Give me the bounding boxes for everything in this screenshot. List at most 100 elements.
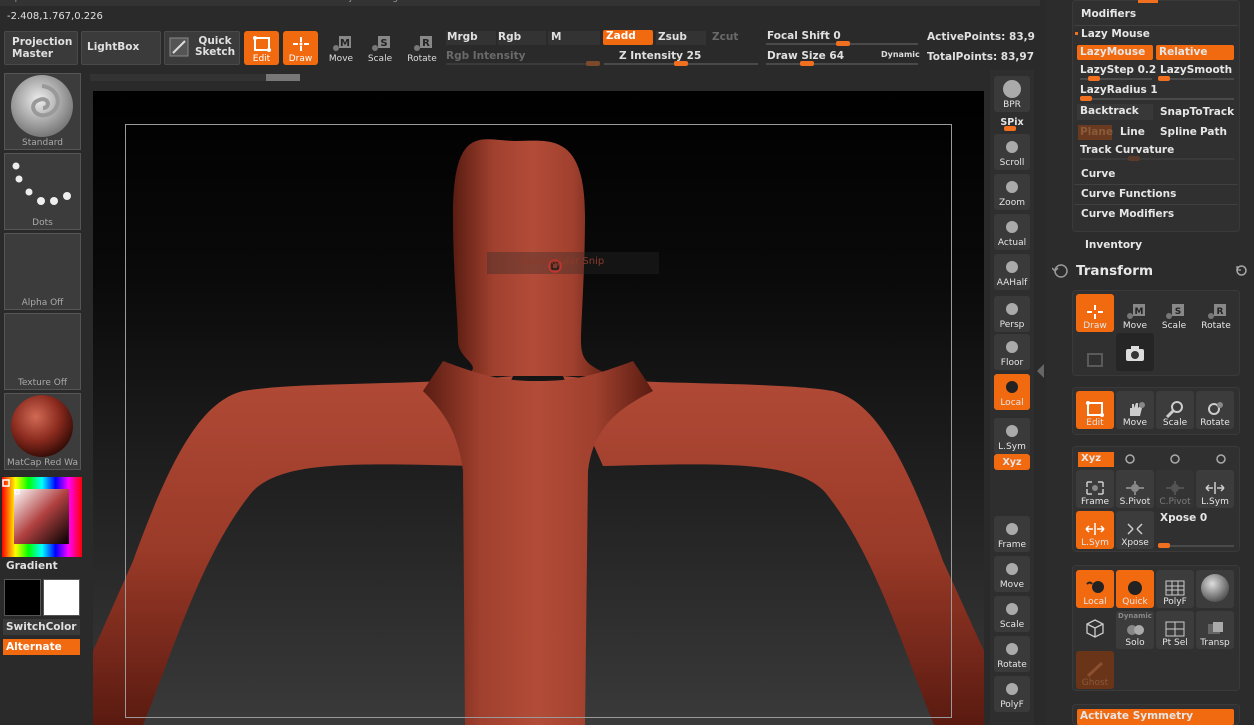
- focal-shift-knob[interactable]: [836, 41, 850, 46]
- ghost-button[interactable]: Ghost: [1076, 651, 1114, 689]
- menu-item-layer[interactable]: Layer: [338, 0, 363, 3]
- transp-button[interactable]: Transp: [1196, 611, 1234, 649]
- box-view-button[interactable]: [1076, 611, 1114, 649]
- quick-button[interactable]: Quick: [1116, 570, 1154, 608]
- z-intensity-slider[interactable]: Z Intensity 25: [619, 50, 701, 62]
- rotate-mode-button[interactable]: R Rotate: [404, 31, 440, 65]
- alternate-button[interactable]: Alternate: [3, 639, 80, 655]
- snaptotrack-toggle[interactable]: SnapToTrack: [1160, 106, 1234, 118]
- lazymouse-toggle[interactable]: LazyMouse: [1077, 45, 1153, 60]
- polyf-button[interactable]: PolyF: [1156, 570, 1194, 608]
- document-canvas[interactable]: Rectangular Snip: [93, 91, 984, 725]
- menu-item-stencil[interactable]: Stencil: [817, 0, 847, 3]
- tf-draw-button[interactable]: Draw: [1076, 294, 1114, 332]
- draw-size-knob[interactable]: [800, 61, 814, 66]
- gradient-label[interactable]: Gradient: [6, 560, 58, 572]
- shelf-polyf-button[interactable]: PolyF: [994, 676, 1030, 712]
- main-color-swatch[interactable]: [4, 579, 41, 616]
- menu-item-stroke[interactable]: Stroke: [869, 0, 898, 3]
- quick-sketch-button[interactable]: Quick Sketch: [164, 31, 240, 65]
- shelf-bpr-button[interactable]: BPR: [994, 76, 1030, 112]
- x-axis-icon[interactable]: [1123, 452, 1137, 466]
- m-button[interactable]: M: [548, 31, 600, 45]
- material-thumbnail[interactable]: MatCap Red Wa: [4, 393, 81, 470]
- edit-disabled-button[interactable]: [1076, 333, 1114, 371]
- matcap-sphere-button[interactable]: [1196, 570, 1234, 608]
- switch-color-button[interactable]: SwitchColor: [3, 619, 80, 635]
- color-picker[interactable]: [2, 477, 82, 557]
- frame-button[interactable]: Frame: [1076, 470, 1114, 508]
- rotate-gizmo-button[interactable]: Rotate: [1196, 391, 1234, 429]
- reset-icon[interactable]: [1235, 264, 1248, 277]
- xyz-toggle[interactable]: Xyz: [1078, 452, 1114, 467]
- y-axis-icon[interactable]: [1168, 452, 1182, 466]
- transform-title[interactable]: Transform: [1076, 263, 1153, 279]
- shelf-persp-button[interactable]: Persp: [994, 296, 1030, 332]
- shelf-rotate-button[interactable]: Rotate: [994, 636, 1030, 672]
- activate-symmetry-button[interactable]: Activate Symmetry: [1077, 709, 1234, 725]
- inventory-header[interactable]: Inventory: [1085, 239, 1142, 251]
- shelf-scroll-button[interactable]: Scroll: [994, 134, 1030, 170]
- move-gizmo-button[interactable]: Move: [1116, 391, 1154, 429]
- rgb-intensity-slider[interactable]: Rgb Intensity: [446, 50, 525, 62]
- menu-item-render[interactable]: Render: [763, 0, 795, 3]
- lazystep-knob[interactable]: [1088, 76, 1100, 81]
- focal-shift-slider[interactable]: Focal Shift 0: [767, 30, 841, 42]
- menu-item-color[interactable]: Color: [102, 0, 126, 3]
- shelf-actual-button[interactable]: Actual: [994, 214, 1030, 250]
- shelf-frame-button[interactable]: Frame: [994, 516, 1030, 552]
- shelf-scale-button[interactable]: Scale: [994, 596, 1030, 632]
- shelf-floor-button[interactable]: Floor: [994, 334, 1030, 370]
- tf-move-button[interactable]: M Move: [1116, 294, 1154, 332]
- tf-scale-button[interactable]: S Scale: [1155, 294, 1193, 332]
- spline-toggle[interactable]: Spline: [1160, 126, 1197, 138]
- shelf-collapse-arrow[interactable]: [1037, 364, 1044, 378]
- spix-knob[interactable]: [1004, 126, 1016, 131]
- edit-button[interactable]: Edit: [1076, 391, 1114, 429]
- menu-item-alpha[interactable]: Alpha: [6, 0, 32, 3]
- z-axis-icon[interactable]: [1214, 452, 1228, 466]
- alpha-thumbnail[interactable]: Alpha Off: [4, 233, 81, 310]
- menu-item-document[interactable]: Document: [147, 0, 194, 3]
- xpose-button[interactable]: Xpose: [1116, 511, 1154, 549]
- track-curvature-knob[interactable]: [1128, 156, 1140, 161]
- tf-rotate-button[interactable]: R Rotate: [1197, 294, 1235, 332]
- pt-sel-button[interactable]: Pt Sel: [1156, 611, 1194, 649]
- scale-gizmo-button[interactable]: Scale: [1156, 391, 1194, 429]
- mrgb-button[interactable]: Mrgb: [446, 31, 496, 45]
- menu-item-material[interactable]: Material: [532, 0, 569, 3]
- stroke-thumbnail[interactable]: Dots: [4, 153, 81, 230]
- menu-item-marker[interactable]: Marker: [479, 0, 510, 3]
- line-toggle[interactable]: Line: [1120, 126, 1145, 138]
- lazysmooth-slider[interactable]: LazySmooth: [1160, 64, 1232, 76]
- lazystep-slider[interactable]: LazyStep 0.2: [1080, 64, 1156, 76]
- rgb-intensity-knob[interactable]: [586, 61, 600, 66]
- l-sym-button[interactable]: L.Sym: [1196, 470, 1234, 508]
- z-intensity-knob[interactable]: [674, 61, 688, 66]
- shelf-xyz-button[interactable]: Xyz: [994, 454, 1030, 470]
- zsub-button[interactable]: Zsub: [656, 31, 706, 45]
- zadd-button[interactable]: Zadd: [603, 30, 653, 45]
- solo-button[interactable]: Dynamic Solo: [1116, 611, 1154, 649]
- l-sym-active-button[interactable]: L.Sym: [1076, 511, 1114, 549]
- menu-item-edit[interactable]: Edit: [261, 0, 278, 3]
- lightbox-button[interactable]: LightBox: [81, 31, 161, 65]
- shelf-aahalf-button[interactable]: AAHalf: [994, 254, 1030, 290]
- shelf-l-sym-button[interactable]: L.Sym: [994, 418, 1030, 454]
- local-button[interactable]: Local: [1076, 570, 1114, 608]
- xpose-knob[interactable]: [1158, 543, 1170, 548]
- scale-mode-button[interactable]: S Scale: [363, 31, 397, 65]
- snapshot-button[interactable]: [1116, 333, 1154, 371]
- menu-item-brush[interactable]: Brush: [54, 0, 80, 3]
- menu-item-transform[interactable]: Transform: [1014, 0, 1040, 3]
- path-toggle[interactable]: Path: [1200, 126, 1227, 138]
- xpose-slider[interactable]: Xpose 0: [1160, 512, 1207, 524]
- shelf-local-button[interactable]: Local: [994, 374, 1030, 410]
- menu-item-file[interactable]: File: [301, 0, 316, 3]
- draw-mode-button[interactable]: Draw: [283, 31, 318, 65]
- transform-menu-icon[interactable]: [1052, 262, 1070, 280]
- backtrack-toggle[interactable]: Backtrack: [1077, 104, 1153, 120]
- c-pivot-button[interactable]: C.Pivot: [1156, 470, 1194, 508]
- secondary-color-swatch[interactable]: [43, 579, 80, 616]
- lazysmooth-knob[interactable]: [1158, 76, 1170, 81]
